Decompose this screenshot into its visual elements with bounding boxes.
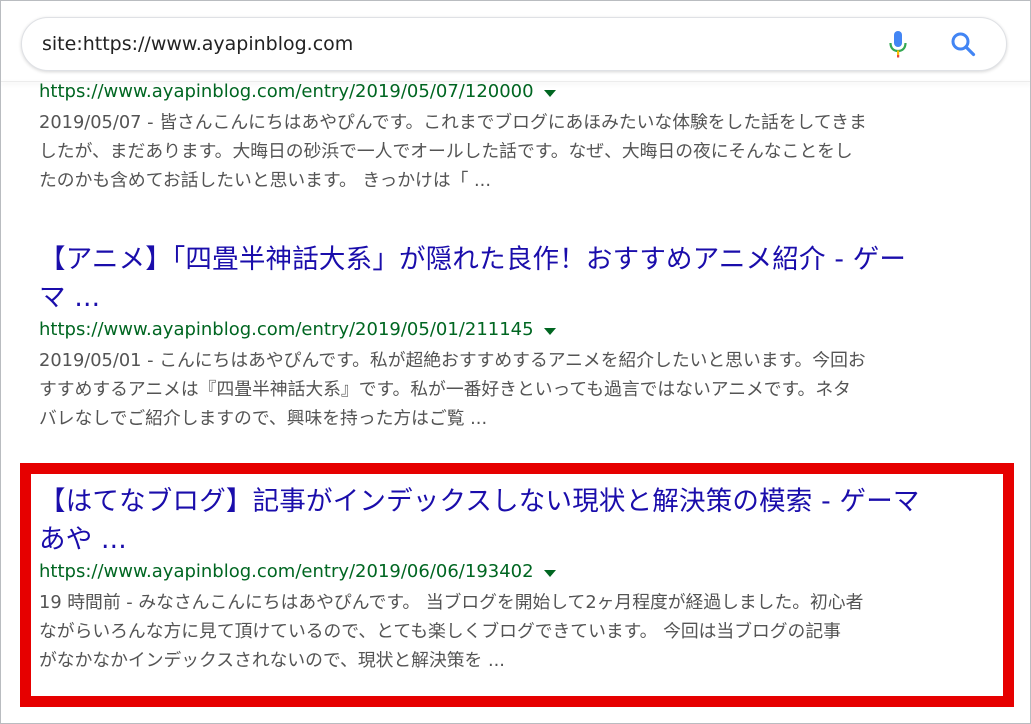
header-divider (1, 81, 1030, 82)
result-snippet: 2019/05/01 - こんにちはあやぴんです。私が超絶おすすめするアニメを紹… (39, 346, 979, 433)
search-actions (888, 30, 1006, 58)
search-bar[interactable] (21, 17, 1007, 71)
title-line[interactable]: 【はてなブログ】記事がインデックスしない現状と解決策の模索 - ゲーマ (39, 483, 979, 521)
caret-down-icon[interactable] (543, 327, 556, 335)
snippet-line: ながらいろんな方に見て頂けているので、とても楽しくブログできています。 今回は当… (39, 621, 841, 642)
result-url-text[interactable]: https://www.ayapinblog.com/entry/2019/06… (39, 559, 534, 585)
result-url-text[interactable]: https://www.ayapinblog.com/entry/2019/05… (39, 79, 534, 105)
snippet-line: したが、まだあります。大晦日の砂浜で一人でオールした話です。なぜ、大晦日の夜にそ… (39, 141, 853, 162)
title-line[interactable]: あや ... (39, 521, 979, 559)
result-url[interactable]: https://www.ayapinblog.com/entry/2019/05… (39, 317, 979, 343)
result-url[interactable]: https://www.ayapinblog.com/entry/2019/05… (39, 79, 979, 105)
title-line[interactable]: 【アニメ】「四畳半神話大系」が隠れた良作！おすすめアニメ紹介 - ゲー (39, 241, 979, 279)
result-title-link[interactable]: 【はてなブログ】記事がインデックスしない現状と解決策の模索 - ゲーマ あや .… (39, 483, 979, 559)
caret-down-icon[interactable] (543, 89, 556, 97)
result-url-text[interactable]: https://www.ayapinblog.com/entry/2019/05… (39, 317, 534, 343)
search-input[interactable] (42, 29, 888, 59)
snippet-line: バレなしでご紹介しますので、興味を持った方はご覧 ... (39, 408, 488, 429)
search-result: https://www.ayapinblog.com/entry/2019/05… (39, 79, 979, 195)
result-snippet: 19 時間前 - みなさんこんにちはあやぴんです。 当ブログを開始して2ヶ月程度… (39, 588, 979, 675)
snippet-line: 2019/05/01 - こんにちはあやぴんです。私が超絶おすすめするアニメを紹… (39, 350, 866, 371)
snippet-line: 2019/05/07 - 皆さんこんにちはあやぴんです。これまでブログにあほみた… (39, 112, 867, 133)
caret-down-icon[interactable] (543, 569, 556, 577)
microphone-icon[interactable] (888, 30, 908, 58)
snippet-line: がなかなかインデックスされないので、現状と解決策を ... (39, 650, 505, 671)
snippet-line: すすめするアニメは『四畳半神話大系』です。私が一番好きといっても過言ではないアニ… (39, 379, 851, 400)
snippet-line: たのかも含めてお話したいと思います。 きっかけは「 ... (39, 170, 491, 191)
search-result-highlighted: 【はてなブログ】記事がインデックスしない現状と解決策の模索 - ゲーマ あや .… (39, 483, 979, 675)
result-title-link[interactable]: 【アニメ】「四畳半神話大系」が隠れた良作！おすすめアニメ紹介 - ゲー マ ..… (39, 241, 979, 317)
title-line[interactable]: マ ... (39, 279, 979, 317)
search-icon[interactable] (950, 31, 976, 57)
result-snippet: 2019/05/07 - 皆さんこんにちはあやぴんです。これまでブログにあほみた… (39, 108, 979, 195)
search-result: 【アニメ】「四畳半神話大系」が隠れた良作！おすすめアニメ紹介 - ゲー マ ..… (39, 241, 979, 433)
result-url[interactable]: https://www.ayapinblog.com/entry/2019/06… (39, 559, 979, 585)
browser-viewport: https://www.ayapinblog.com/entry/2019/05… (0, 0, 1031, 724)
snippet-line: 19 時間前 - みなさんこんにちはあやぴんです。 当ブログを開始して2ヶ月程度… (39, 592, 864, 613)
